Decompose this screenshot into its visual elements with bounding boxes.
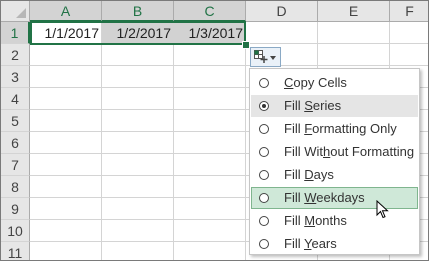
gridline [173, 22, 174, 260]
chevron-down-icon [270, 56, 276, 60]
column-header-d[interactable]: D [246, 1, 318, 22]
menu-item-fill-years[interactable]: Fill Years [251, 233, 418, 255]
column-header-c[interactable]: C [174, 1, 246, 22]
column-header-b[interactable]: B [102, 1, 174, 22]
menu-item-fill-series[interactable]: Fill Series [251, 95, 418, 117]
radio-icon [259, 239, 269, 249]
row-header-8[interactable]: 8 [1, 176, 30, 198]
radio-icon [259, 193, 269, 203]
radio-icon [259, 124, 269, 134]
menu-item-copy-cells[interactable]: Copy Cells [251, 72, 418, 94]
menu-item-label: Fill Without Formatting [284, 144, 415, 159]
row-header-7[interactable]: 7 [1, 154, 30, 176]
menu-item-fill-without-formatting[interactable]: Fill Without Formatting [251, 141, 418, 163]
fill-handle[interactable] [242, 41, 250, 49]
row-header-6[interactable]: 6 [1, 132, 30, 154]
column-header-a[interactable]: A [30, 1, 102, 22]
select-all-corner[interactable] [1, 1, 30, 22]
row-header-2[interactable]: 2 [1, 44, 30, 66]
spreadsheet-grid: A B C D E F 1 2 3 4 5 6 7 8 9 10 11 1/1/… [0, 0, 429, 261]
mouse-pointer-icon [376, 200, 389, 219]
radio-icon [259, 170, 269, 180]
column-header-f[interactable]: F [390, 1, 428, 22]
auto-fill-options-button[interactable] [250, 47, 281, 67]
row-header-3[interactable]: 3 [1, 66, 30, 88]
menu-item-fill-weekdays[interactable]: Fill Weekdays [251, 187, 418, 209]
row-header-10[interactable]: 10 [1, 220, 30, 242]
gridline [245, 22, 246, 260]
menu-item-label: Fill Formatting Only [284, 121, 397, 136]
column-header-e[interactable]: E [318, 1, 390, 22]
menu-item-label: Fill Months [284, 213, 347, 228]
row-header-11[interactable]: 11 [1, 242, 30, 260]
auto-fill-options-menu: Copy Cells Fill Series Fill Formatting O… [249, 68, 420, 255]
radio-selected-icon [259, 101, 269, 111]
radio-icon [259, 147, 269, 157]
row-header-1[interactable]: 1 [1, 22, 30, 44]
row-header-4[interactable]: 4 [1, 88, 30, 110]
menu-item-label: Copy Cells [284, 75, 347, 90]
menu-item-fill-days[interactable]: Fill Days [251, 164, 418, 186]
row-header-5[interactable]: 5 [1, 110, 30, 132]
menu-item-fill-formatting-only[interactable]: Fill Formatting Only [251, 118, 418, 140]
menu-item-label: Fill Days [284, 167, 334, 182]
menu-item-label: Fill Years [284, 236, 337, 251]
auto-fill-options-icon [254, 50, 268, 63]
gridline [30, 65, 428, 66]
radio-icon [259, 78, 269, 88]
selection-border [30, 21, 246, 45]
row-header-9[interactable]: 9 [1, 198, 30, 220]
menu-item-label: Fill Series [284, 98, 342, 113]
radio-icon [259, 216, 269, 226]
menu-item-label: Fill Weekdays [284, 190, 365, 205]
gridline [101, 22, 102, 260]
menu-item-fill-months[interactable]: Fill Months [251, 210, 418, 232]
